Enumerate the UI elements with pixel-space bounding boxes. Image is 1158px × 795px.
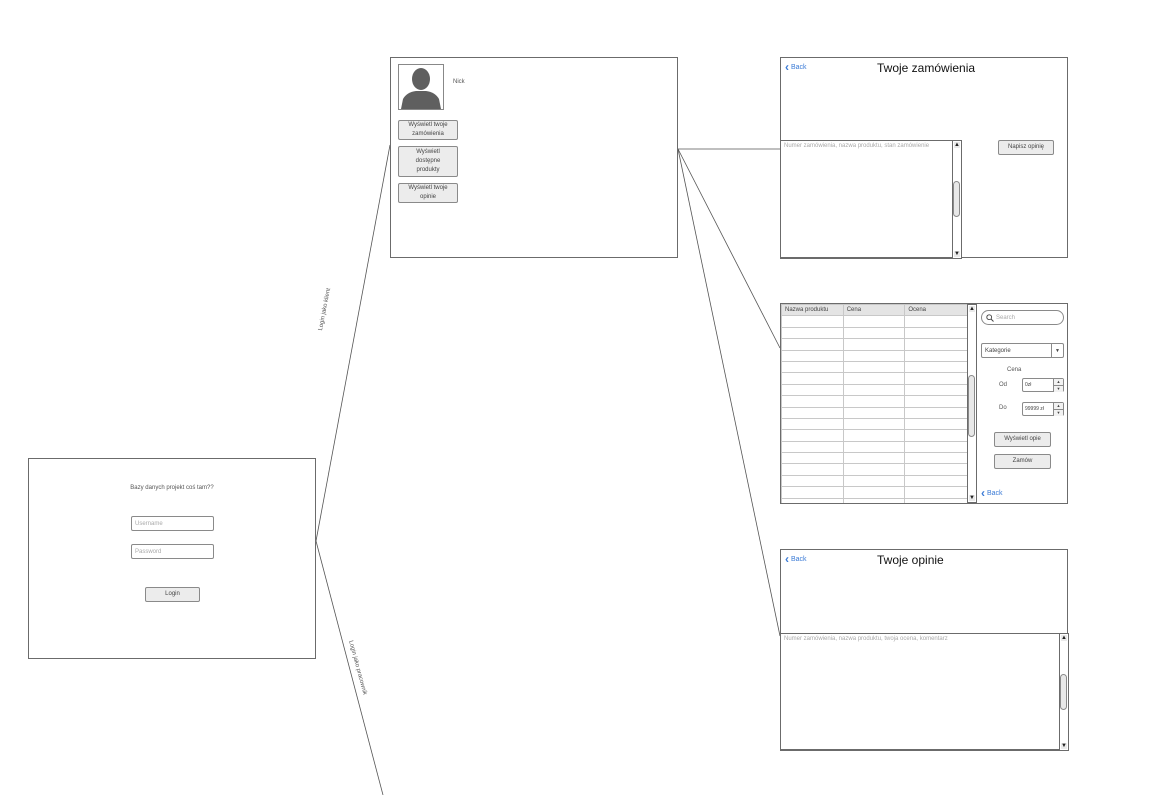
reviews-title: Twoje opinie xyxy=(877,553,944,567)
orders-scrollbar[interactable]: ▲ ▼ xyxy=(952,140,962,259)
price-to-label: Do xyxy=(999,405,1007,411)
products-back-link[interactable]: ‹ Back xyxy=(981,486,1003,500)
orders-screen: ‹ Back Twoje zamówienia Numer zamówienia… xyxy=(780,57,1068,259)
stepper-up-icon[interactable]: ▲ xyxy=(1054,403,1063,410)
reviews-back-link[interactable]: ‹ Back xyxy=(785,552,807,566)
column-header: Cena xyxy=(842,304,906,317)
table-row[interactable] xyxy=(781,417,968,431)
connector-login-to-client xyxy=(315,144,391,542)
table-header-row: Nazwa produktu Cena Ocena xyxy=(781,304,968,317)
table-row[interactable] xyxy=(781,486,968,499)
column-header: Nazwa produktu xyxy=(781,304,844,317)
reviews-list[interactable]: Numer zamówienia, nazwa produktu, twoja … xyxy=(780,633,1069,751)
table-row[interactable] xyxy=(781,383,968,397)
category-select-value: Kategorie xyxy=(985,347,1011,354)
show-reviews-button[interactable]: Wyświetl twoje opinie xyxy=(398,183,458,203)
price-label: Cena xyxy=(1007,367,1022,373)
chevron-left-icon: ‹ xyxy=(785,552,789,566)
scroll-thumb[interactable] xyxy=(968,375,975,437)
table-row[interactable] xyxy=(781,440,968,454)
connector-client-to-products xyxy=(677,148,781,349)
login-title: Bazy danych projekt coś tam?? xyxy=(130,485,214,491)
category-select[interactable]: Kategorie ▼ xyxy=(981,343,1064,358)
avatar xyxy=(398,64,444,110)
stepper-down-icon[interactable]: ▼ xyxy=(1054,386,1063,392)
table-row[interactable] xyxy=(781,326,968,340)
price-to-stepper[interactable]: 99999 zł ▲ ▼ xyxy=(1022,402,1064,416)
scroll-thumb[interactable] xyxy=(1060,674,1067,710)
order-button[interactable]: Zamów xyxy=(994,454,1051,469)
reviews-list-placeholder: Numer zamówienia, nazwa produktu, twoja … xyxy=(784,636,948,642)
chevron-left-icon: ‹ xyxy=(785,60,789,74)
products-back-label: Back xyxy=(987,489,1003,497)
username-input[interactable]: Username xyxy=(131,516,214,531)
password-input[interactable]: Password xyxy=(131,544,214,559)
chevron-down-icon[interactable]: ▼ xyxy=(1051,344,1063,357)
connector-client-to-reviews xyxy=(677,148,781,637)
scroll-thumb[interactable] xyxy=(953,181,960,217)
scroll-up-icon[interactable]: ▲ xyxy=(954,142,960,148)
products-screen: Nazwa produktu Cena Ocena ▲ ▼ Search Kat… xyxy=(780,303,1068,504)
table-row[interactable] xyxy=(781,338,968,351)
search-input[interactable]: Search xyxy=(981,310,1064,325)
table-row[interactable] xyxy=(781,497,968,503)
table-row[interactable] xyxy=(781,315,968,328)
column-header: Ocena xyxy=(904,304,968,317)
write-review-button[interactable]: Napisz opinię xyxy=(998,140,1054,155)
price-to-value: 99999 zł xyxy=(1025,406,1044,412)
price-from-value: 0zł xyxy=(1025,382,1032,388)
reviews-screen: ‹ Back Twoje opinie Numer zamówienia, na… xyxy=(780,549,1069,751)
login-screen: Bazy danych projekt coś tam?? Username P… xyxy=(28,458,316,659)
orders-list-placeholder: Numer zamówienia, nazwa produktu, stan z… xyxy=(784,143,930,149)
nick-label: Nick xyxy=(453,79,465,85)
orders-back-link[interactable]: ‹ Back xyxy=(785,60,807,74)
scroll-up-icon[interactable]: ▲ xyxy=(1061,635,1067,641)
orders-title: Twoje zamówienia xyxy=(877,61,976,75)
stepper-buttons[interactable]: ▲ ▼ xyxy=(1053,379,1063,392)
table-row[interactable] xyxy=(781,395,968,408)
table-row[interactable] xyxy=(781,372,968,385)
products-table: Nazwa produktu Cena Ocena xyxy=(781,304,968,503)
table-row[interactable] xyxy=(781,452,968,465)
scroll-down-icon[interactable]: ▼ xyxy=(1061,743,1067,749)
table-row[interactable] xyxy=(781,349,968,362)
table-row[interactable] xyxy=(781,474,968,488)
show-reviews-button[interactable]: Wyświetl opie xyxy=(994,432,1051,447)
table-row[interactable] xyxy=(781,463,968,476)
scroll-down-icon[interactable]: ▼ xyxy=(954,251,960,257)
show-orders-button[interactable]: Wyświetl twoje zamówienia xyxy=(398,120,458,140)
stepper-up-icon[interactable]: ▲ xyxy=(1054,379,1063,386)
orders-list[interactable]: Numer zamówienia, nazwa produktu, stan z… xyxy=(780,140,962,259)
show-products-button[interactable]: Wyświetl dostępne produkty xyxy=(398,146,458,177)
stepper-down-icon[interactable]: ▼ xyxy=(1054,410,1063,416)
connector-login-to-employee xyxy=(315,540,384,795)
user-silhouette-icon xyxy=(401,68,441,109)
price-from-label: Od xyxy=(999,382,1008,388)
reviews-scrollbar[interactable]: ▲ ▼ xyxy=(1059,633,1069,751)
scroll-down-icon[interactable]: ▼ xyxy=(969,495,975,501)
orders-back-label: Back xyxy=(791,63,807,71)
price-from-stepper[interactable]: 0zł ▲ ▼ xyxy=(1022,378,1064,392)
client-menu-screen: Nick Wyświetl twoje zamówienia Wyświetl … xyxy=(390,57,678,258)
table-row[interactable] xyxy=(781,360,968,374)
reviews-back-label: Back xyxy=(791,555,807,563)
chevron-left-icon: ‹ xyxy=(981,486,985,500)
products-table-area: Nazwa produktu Cena Ocena ▲ ▼ xyxy=(781,304,977,503)
stepper-buttons[interactable]: ▲ ▼ xyxy=(1053,403,1063,416)
table-row[interactable] xyxy=(781,429,968,442)
login-button[interactable]: Login xyxy=(145,587,200,602)
table-row[interactable] xyxy=(781,406,968,419)
search-placeholder: Search xyxy=(996,314,1016,321)
search-icon xyxy=(986,313,994,322)
scroll-up-icon[interactable]: ▲ xyxy=(969,306,975,312)
products-scrollbar[interactable]: ▲ ▼ xyxy=(967,304,977,503)
